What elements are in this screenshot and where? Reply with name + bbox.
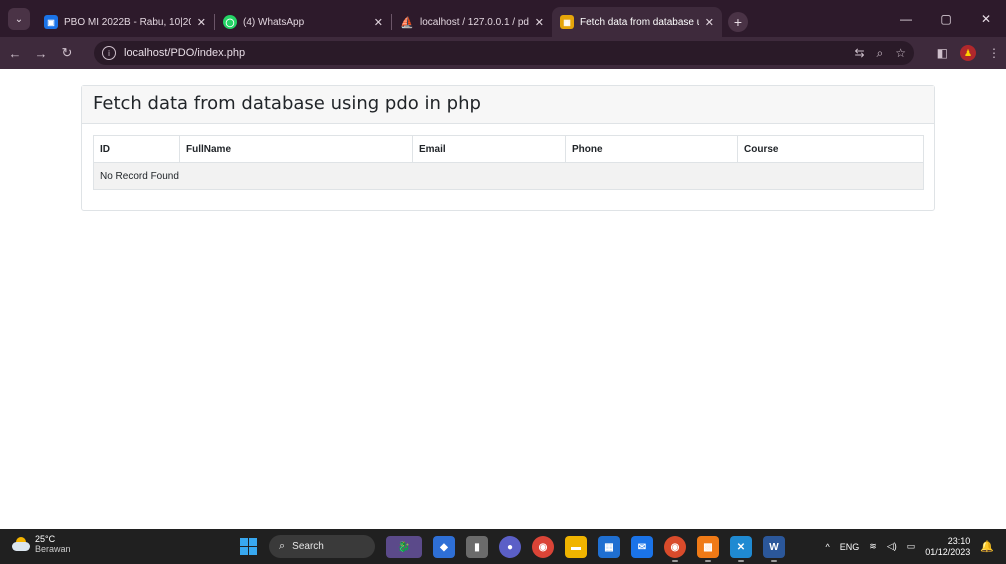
url-text: localhost/PDO/index.php — [124, 47, 246, 59]
teams-app-icon[interactable]: ◆ — [433, 536, 455, 558]
tab-close-icon[interactable]: ✕ — [535, 16, 544, 29]
tab-fetch-data[interactable]: ▦ Fetch data from database using ✕ — [552, 7, 722, 37]
column-header-phone: Phone — [565, 135, 738, 163]
language-indicator[interactable]: ENG — [840, 542, 860, 552]
page-viewport: Fetch data from database using pdo in ph… — [0, 69, 1006, 529]
tab-whatsapp[interactable]: ◯ (4) WhatsApp ✕ — [215, 7, 391, 37]
restore-icon[interactable]: ▢ — [926, 12, 966, 26]
tab-close-icon[interactable]: ✕ — [374, 16, 383, 29]
explorer-app-icon[interactable]: ▬ — [565, 536, 587, 558]
weather-widget[interactable]: 25°C Berawan — [12, 534, 71, 554]
battery-icon[interactable]: ▭ — [907, 541, 916, 552]
store-app-icon[interactable]: ▦ — [598, 536, 620, 558]
file-manager-app-icon[interactable]: ▮ — [466, 536, 488, 558]
close-window-icon[interactable]: ✕ — [966, 12, 1006, 26]
window-controls: — ▢ ✕ — [886, 0, 1006, 37]
clock-date: 01/12/2023 — [925, 546, 971, 557]
windows-start-icon[interactable] — [240, 538, 257, 555]
vscode-app-icon[interactable]: ✕ — [730, 536, 752, 562]
table-row: No Record Found — [93, 162, 924, 190]
page-title: Fetch data from database using pdo in ph… — [93, 93, 481, 114]
clock[interactable]: 23:10 01/12/2023 — [925, 536, 970, 558]
game-app-icon[interactable]: 🐉 — [386, 536, 422, 558]
tab-pbo[interactable]: ▣ PBO MI 2022B - Rabu, 10|20 - ✕ — [36, 7, 214, 37]
show-hidden-icons-chevron-icon[interactable]: ^ — [826, 542, 830, 552]
notification-bell-icon[interactable]: 🔔 — [980, 540, 994, 553]
weather-temperature: 25°C — [35, 534, 56, 544]
clock-time: 23:10 — [947, 535, 971, 546]
zoom-icon[interactable]: ⌕ — [877, 46, 884, 61]
classroom-favicon-icon: ▣ — [44, 15, 58, 29]
windows-taskbar: 25°C Berawan ⌕ Search 🐉 ◆ ▮ ● ◉ ▬ ▦ ✉ ◉ … — [0, 529, 1006, 564]
profile-avatar-icon[interactable]: ♟ — [960, 45, 976, 61]
browser-toolbar: ← → ↻ i localhost/PDO/index.php ⇆ ⌕ ☆ ◧ … — [0, 37, 1006, 69]
tab-strip: ⌄ ▣ PBO MI 2022B - Rabu, 10|20 - ✕ ◯ (4)… — [0, 0, 1006, 37]
search-icon: ⌕ — [279, 540, 286, 552]
partly-cloudy-icon — [12, 537, 30, 551]
card-body: ID FullName Email Phone Course No Record… — [82, 124, 934, 201]
bookmark-star-icon[interactable]: ☆ — [895, 46, 906, 60]
address-bar[interactable]: i localhost/PDO/index.php ⇆ ⌕ ☆ — [94, 41, 914, 65]
minimize-icon[interactable]: — — [886, 12, 926, 26]
side-panel-icon[interactable]: ◧ — [937, 46, 948, 60]
tab-close-icon[interactable]: ✕ — [197, 16, 206, 29]
chrome-app-icon[interactable]: ◉ — [532, 536, 554, 558]
phpmyadmin-favicon-icon: ⛵ — [400, 16, 414, 29]
translate-icon[interactable]: ⇆ — [854, 46, 864, 60]
volume-icon[interactable]: ◁) — [887, 541, 897, 552]
xampp-favicon-icon: ▦ — [560, 15, 574, 29]
tab-close-icon[interactable]: ✕ — [705, 16, 714, 29]
table-header-row: ID FullName Email Phone Course — [93, 135, 924, 163]
word-app-icon[interactable]: W — [763, 536, 785, 562]
search-label: Search — [292, 541, 324, 552]
tab-title: PBO MI 2022B - Rabu, 10|20 - — [64, 16, 191, 28]
xampp-app-icon[interactable]: ▩ — [697, 536, 719, 562]
whatsapp-favicon-icon: ◯ — [223, 15, 237, 29]
system-tray: ^ ENG ≋ ◁) ▭ 23:10 01/12/2023 🔔 — [826, 529, 994, 564]
column-header-course: Course — [737, 135, 924, 163]
reload-icon[interactable]: ↻ — [56, 45, 78, 61]
column-header-id: ID — [93, 135, 180, 163]
taskbar-search[interactable]: ⌕ Search — [269, 535, 375, 558]
tab-search-button[interactable]: ⌄ — [8, 8, 30, 30]
tab-title: localhost / 127.0.0.1 / pdo / stu — [420, 16, 529, 28]
more-menu-icon[interactable]: ⋮ — [988, 46, 1000, 60]
tab-title: (4) WhatsApp — [243, 16, 305, 28]
omnibox-actions: ⇆ ⌕ ☆ — [854, 41, 906, 65]
card-header: Fetch data from database using pdo in ph… — [82, 86, 934, 124]
column-header-email: Email — [412, 135, 566, 163]
tab-title: Fetch data from database using — [580, 16, 699, 28]
chrome-profile-app-icon[interactable]: ◉ — [664, 536, 686, 562]
column-header-fullname: FullName — [179, 135, 413, 163]
meet-app-icon[interactable]: ● — [499, 536, 521, 558]
back-arrow-icon[interactable]: ← — [4, 46, 26, 61]
toolbar-right: ◧ ♟ ⋮ — [937, 37, 1000, 69]
records-table: ID FullName Email Phone Course No Record… — [93, 135, 924, 190]
pinned-apps: 🐉 ◆ ▮ ● ◉ ▬ ▦ ✉ ◉ ▩ ✕ W — [386, 534, 785, 562]
empty-message: No Record Found — [93, 162, 924, 190]
site-info-icon[interactable]: i — [102, 46, 116, 60]
weather-condition: Berawan — [35, 544, 71, 554]
forward-arrow-icon[interactable]: → — [30, 46, 52, 61]
tab-phpmyadmin[interactable]: ⛵ localhost / 127.0.0.1 / pdo / stu ✕ — [392, 7, 552, 37]
data-card: Fetch data from database using pdo in ph… — [81, 85, 935, 211]
wifi-icon[interactable]: ≋ — [869, 541, 877, 552]
mail-app-icon[interactable]: ✉ — [631, 536, 653, 558]
new-tab-button[interactable]: + — [728, 12, 748, 32]
